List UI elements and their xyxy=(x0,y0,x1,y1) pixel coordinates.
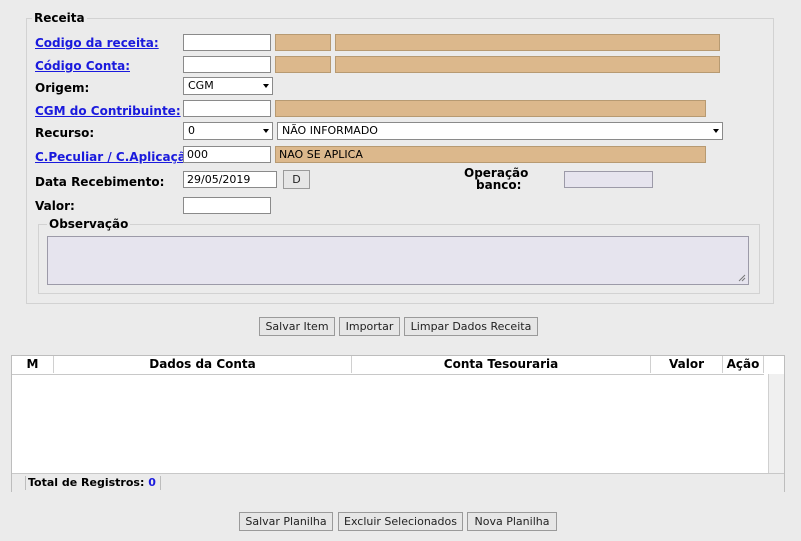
grid-body xyxy=(12,375,768,473)
codigo-receita-link[interactable]: Codigo da receita: xyxy=(35,36,159,50)
cgm-contribuinte-desc xyxy=(275,100,706,117)
observacao-textarea[interactable] xyxy=(47,236,749,285)
resize-grip-icon[interactable] xyxy=(738,274,746,282)
grid-container: M Dados da Conta Conta Tesouraria Valor … xyxy=(11,355,785,492)
operacao-banco-field xyxy=(564,171,653,188)
grid-scrollbar[interactable] xyxy=(768,374,784,474)
recurso-label: Recurso: xyxy=(35,126,95,140)
salvar-planilha-button[interactable]: Salvar Planilha xyxy=(239,512,333,531)
col-header-conta-tesouraria: Conta Tesouraria xyxy=(352,356,651,373)
total-registros: Total de Registros: 0 xyxy=(25,476,161,490)
origem-label: Origem: xyxy=(35,81,90,95)
codigo-conta-input[interactable] xyxy=(183,56,271,73)
col-header-dados-conta: Dados da Conta xyxy=(54,356,352,373)
chevron-down-icon xyxy=(713,129,719,133)
codigo-receita-desc-text xyxy=(335,34,720,51)
chevron-down-icon xyxy=(263,129,269,133)
date-picker-button[interactable]: D xyxy=(283,170,310,189)
recurso-code-select[interactable]: 0 xyxy=(183,122,273,140)
cgm-contribuinte-link[interactable]: CGM do Contribuinte: xyxy=(35,104,181,118)
codigo-receita-desc-code xyxy=(275,34,331,51)
data-recebimento-input[interactable]: 29/05/2019 xyxy=(183,171,277,188)
c-peculiar-link[interactable]: C.Peculiar / C.Aplicação : xyxy=(35,150,203,164)
recurso-code-value: 0 xyxy=(188,124,195,137)
salvar-item-button[interactable]: Salvar Item xyxy=(259,317,335,336)
origem-selected-value: CGM xyxy=(188,79,214,92)
limpar-dados-receita-button[interactable]: Limpar Dados Receita xyxy=(404,317,538,336)
codigo-conta-desc-code xyxy=(275,56,331,73)
col-header-acao: Ação xyxy=(723,356,764,373)
observacao-legend: Observação xyxy=(47,217,131,231)
total-registros-value: 0 xyxy=(148,476,156,489)
grid-header: M Dados da Conta Conta Tesouraria Valor … xyxy=(12,356,764,375)
recurso-name-value: NÃO INFORMADO xyxy=(282,124,378,137)
c-peculiar-desc: NAO SE APLICA xyxy=(275,146,706,163)
operacao-banco-label-2: banco: xyxy=(476,178,522,192)
nova-planilha-button[interactable]: Nova Planilha xyxy=(467,512,557,531)
grid-footer: Total de Registros: 0 xyxy=(12,473,784,492)
c-peculiar-input[interactable]: 000 xyxy=(183,146,271,163)
codigo-receita-input[interactable] xyxy=(183,34,271,51)
total-registros-label: Total de Registros: xyxy=(28,476,145,489)
codigo-conta-link[interactable]: Código Conta: xyxy=(35,59,130,73)
receita-legend: Receita xyxy=(32,11,87,25)
data-recebimento-label: Data Recebimento: xyxy=(35,175,165,189)
codigo-conta-desc-text xyxy=(335,56,720,73)
chevron-down-icon xyxy=(263,84,269,88)
recurso-name-select[interactable]: NÃO INFORMADO xyxy=(277,122,723,140)
cgm-contribuinte-input[interactable] xyxy=(183,100,271,117)
col-header-valor: Valor xyxy=(651,356,723,373)
importar-button[interactable]: Importar xyxy=(339,317,400,336)
origem-select[interactable]: CGM xyxy=(183,77,273,95)
valor-label: Valor: xyxy=(35,199,75,213)
col-header-m: M xyxy=(12,356,54,373)
valor-input[interactable] xyxy=(183,197,271,214)
excluir-selecionados-button[interactable]: Excluir Selecionados xyxy=(338,512,463,531)
